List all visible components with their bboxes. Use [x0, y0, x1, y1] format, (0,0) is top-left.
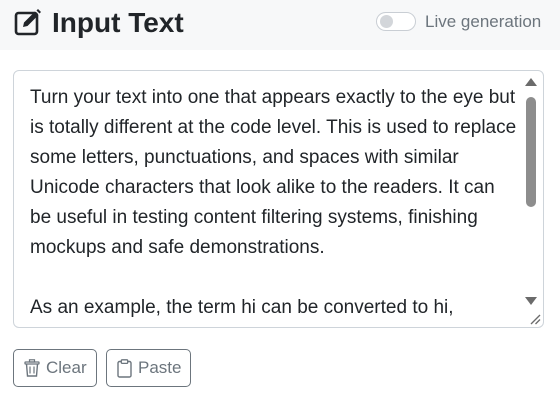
resize-handle-icon[interactable]	[527, 311, 541, 325]
clipboard-icon	[117, 358, 132, 378]
input-text-area[interactable]: Turn your text into one that appears exa…	[13, 70, 544, 328]
toggle-knob	[380, 15, 393, 28]
page-title: Input Text	[52, 7, 184, 38]
scroll-up-arrow-icon[interactable]	[525, 78, 537, 86]
paste-button[interactable]: Paste	[106, 349, 191, 387]
clear-button-label: Clear	[46, 358, 87, 377]
paste-button-label: Paste	[138, 358, 182, 377]
vertical-scrollbar[interactable]	[523, 75, 539, 305]
scroll-down-arrow-icon[interactable]	[525, 297, 537, 305]
scrollbar-thumb[interactable]	[526, 97, 536, 207]
live-generation-label: Live generation	[425, 12, 542, 31]
panel-header: Input Text Live generation	[0, 0, 560, 50]
trash-icon	[24, 359, 40, 377]
clear-button[interactable]: Clear	[13, 349, 97, 387]
pencil-square-icon	[14, 9, 41, 36]
input-text-value[interactable]: Turn your text into one that appears exa…	[30, 83, 518, 327]
live-generation-toggle[interactable]	[376, 12, 416, 31]
